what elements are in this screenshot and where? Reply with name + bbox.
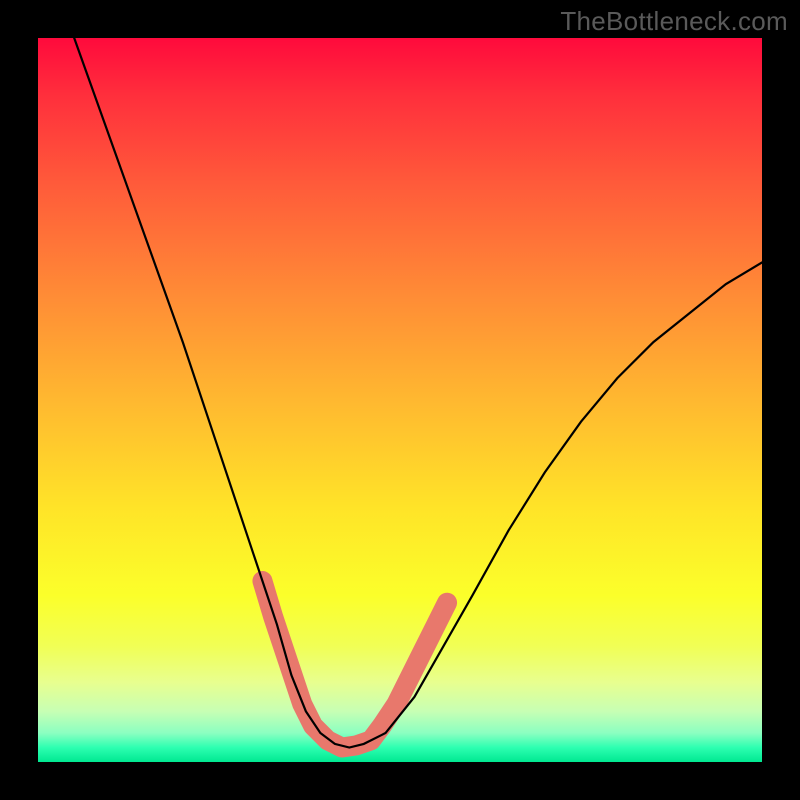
plot-area: [38, 38, 762, 762]
highlight-band: [262, 581, 447, 748]
chart-stage: TheBottleneck.com: [0, 0, 800, 800]
watermark-text: TheBottleneck.com: [560, 6, 788, 37]
chart-overlay: [38, 38, 762, 762]
